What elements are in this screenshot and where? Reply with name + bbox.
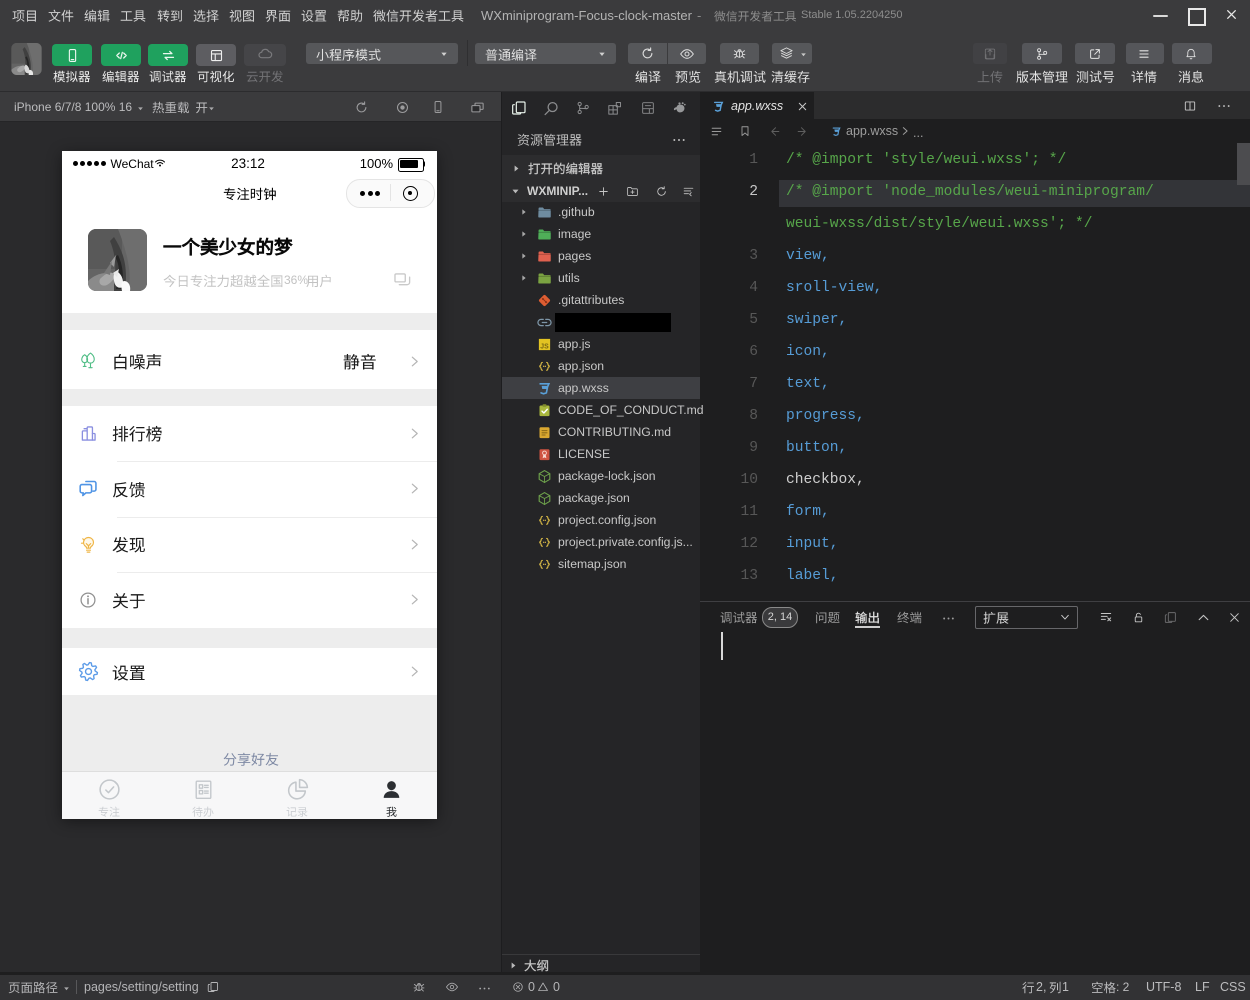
svg-text:JS: JS bbox=[540, 343, 549, 350]
